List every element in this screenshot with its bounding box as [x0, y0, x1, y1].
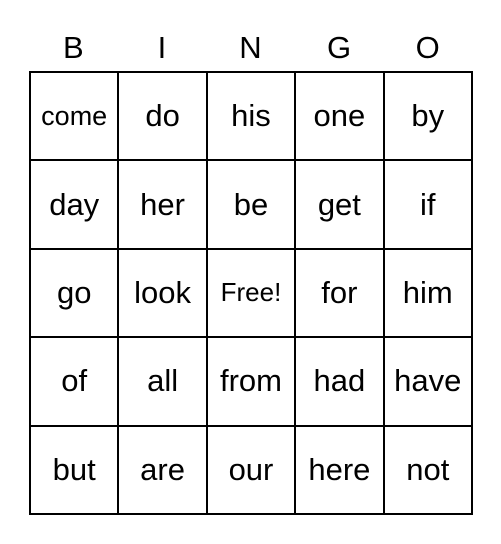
bingo-grid: come do his one by day her be get if go … — [28, 70, 474, 516]
header-letter-i: I — [157, 30, 167, 65]
bingo-cell[interactable]: do — [117, 70, 208, 162]
bingo-cell[interactable]: have — [382, 336, 474, 427]
bingo-cell[interactable]: be — [205, 159, 297, 250]
bingo-cell[interactable]: come — [28, 70, 120, 162]
grid-row: day her be get if — [28, 159, 474, 250]
header-letter-g: G — [327, 30, 352, 65]
grid-row: of all from had have — [28, 336, 474, 427]
bingo-cell[interactable]: his — [205, 70, 297, 162]
bingo-header: B I N G O — [29, 28, 472, 68]
bingo-cell[interactable]: not — [382, 424, 474, 516]
free-space-cell[interactable]: Free! — [205, 247, 297, 339]
grid-row: but are our here not — [28, 424, 474, 516]
bingo-cell[interactable]: one — [294, 70, 385, 162]
grid-row: come do his one by — [28, 70, 474, 162]
bingo-cell[interactable]: get — [294, 159, 385, 250]
bingo-cell[interactable]: her — [117, 159, 208, 250]
bingo-cell[interactable]: all — [117, 336, 208, 427]
bingo-cell[interactable]: of — [28, 336, 120, 427]
bingo-cell[interactable]: but — [28, 424, 120, 516]
bingo-cell[interactable]: him — [382, 247, 474, 339]
bingo-cell[interactable]: look — [117, 247, 208, 339]
bingo-cell[interactable]: are — [117, 424, 208, 516]
header-letter-o: O — [415, 30, 440, 65]
header-letter-n: N — [239, 30, 262, 65]
bingo-cell[interactable]: had — [294, 336, 385, 427]
bingo-cell[interactable]: our — [205, 424, 297, 516]
bingo-cell[interactable]: by — [382, 70, 474, 162]
bingo-cell[interactable]: if — [382, 159, 474, 250]
bingo-cell[interactable]: go — [28, 247, 120, 339]
grid-row: go look Free! for him — [28, 247, 474, 339]
bingo-cell[interactable]: from — [205, 336, 297, 427]
bingo-cell[interactable]: for — [294, 247, 385, 339]
bingo-cell[interactable]: here — [294, 424, 385, 516]
header-letter-b: B — [62, 30, 84, 65]
bingo-cell[interactable]: day — [28, 159, 120, 250]
